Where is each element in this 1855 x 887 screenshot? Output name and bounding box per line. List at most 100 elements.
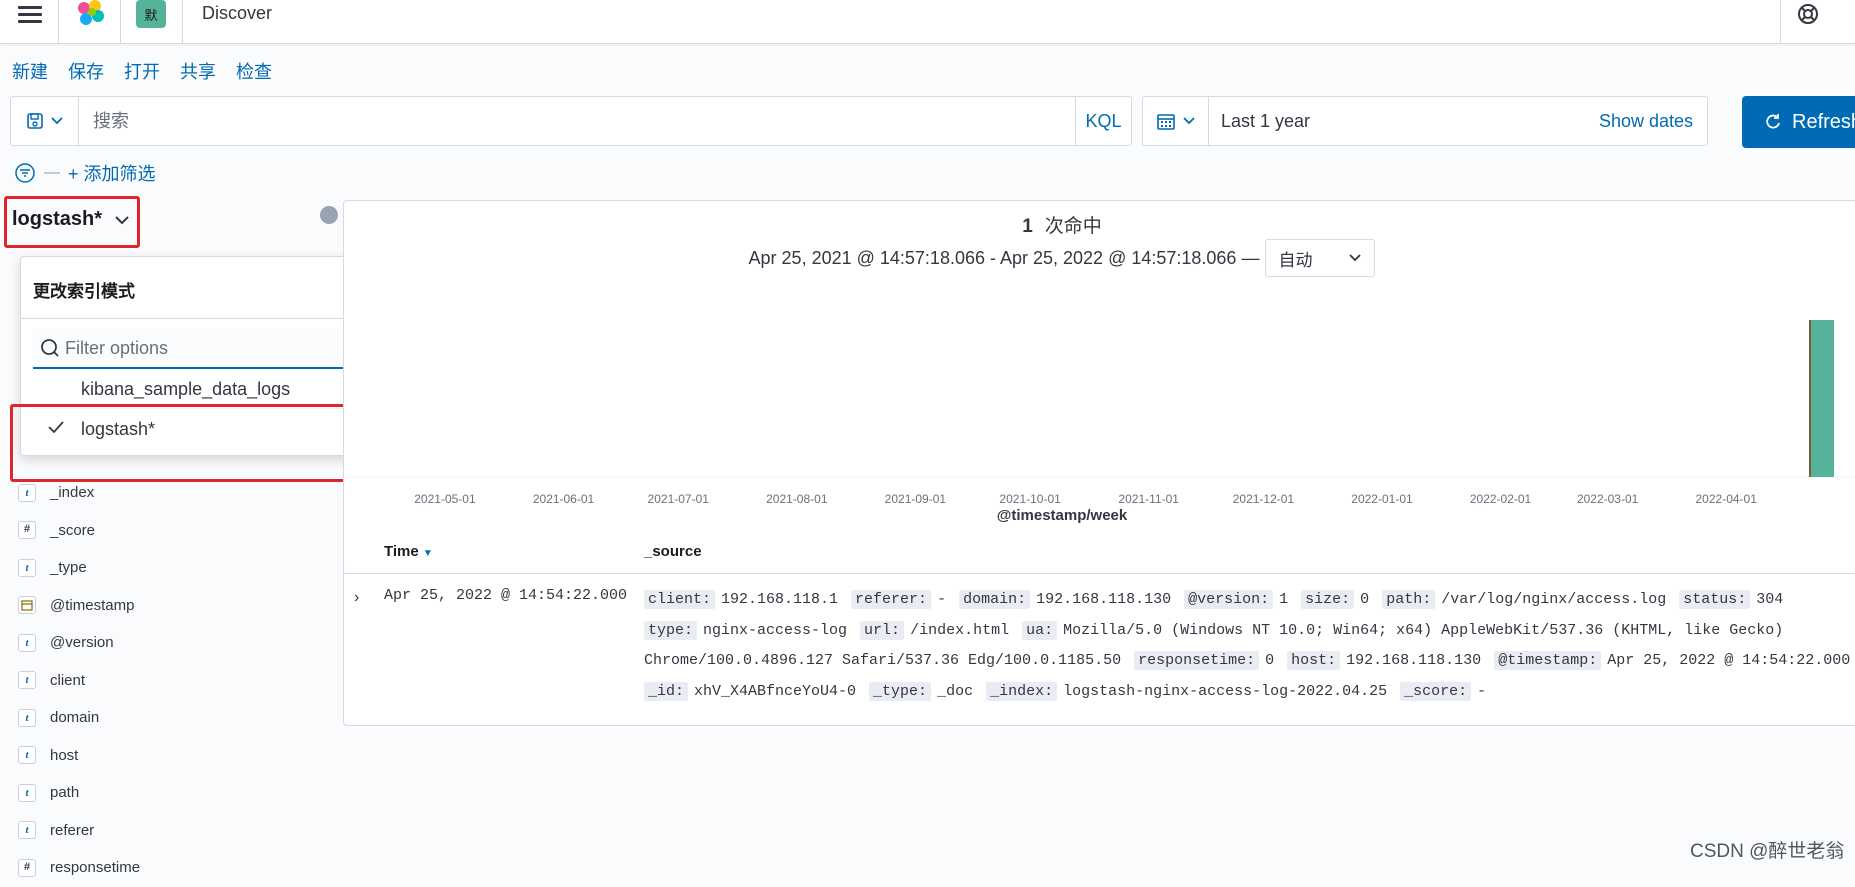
source-pair: _id: xhV_X4ABfnceYoU4-0 (644, 681, 865, 701)
search-icon (41, 339, 59, 357)
x-axis-title: @timestamp/week (996, 507, 1128, 524)
add-filter-button[interactable]: + 添加筛选 (68, 160, 156, 186)
field-item[interactable]: # _score (18, 512, 140, 550)
source-value: - (937, 591, 956, 608)
interval-row: Apr 25, 2021 @ 14:57:18.066 - Apr 25, 20… (344, 239, 1780, 277)
x-tick-label: 2021-10-01 (999, 492, 1061, 506)
time-column-header[interactable]: Time ▼ (384, 543, 644, 560)
source-value: 304 (1756, 591, 1784, 608)
source-value: 192.168.118.130 (1346, 652, 1491, 669)
header-label: Time (384, 543, 419, 560)
query-language-button[interactable]: KQL (1075, 97, 1131, 145)
source-pair: host: 192.168.118.130 (1287, 651, 1491, 670)
source-key: url: (860, 620, 905, 640)
x-tick-label: 2021-06-01 (533, 492, 595, 506)
app-menu: 新建 保存 打开 共享 检查 (12, 58, 272, 84)
source-pair: _score: - (1400, 681, 1486, 701)
source-pair: type: nginx-access-log (644, 620, 856, 640)
x-tick-label: 2022-03-01 (1577, 492, 1639, 506)
source-pair: path: /var/log/nginx/access.log (1382, 590, 1675, 609)
x-tick-label: 2021-11-01 (1118, 492, 1179, 506)
x-tick-label: 2021-12-01 (1233, 492, 1295, 506)
chevron-down-icon (50, 117, 63, 125)
string-type-icon: t (18, 558, 36, 577)
table-divider (344, 573, 1855, 574)
field-item[interactable]: t referer (18, 812, 140, 850)
field-name: _index (50, 484, 95, 502)
kibana-logo-icon[interactable] (74, 0, 106, 28)
source-pair: responsetime: 0 (1134, 651, 1283, 670)
string-type-icon: t (18, 633, 36, 652)
source-key: ua: (1022, 620, 1058, 640)
hamburger-menu-icon[interactable] (18, 2, 42, 26)
field-name: domain (50, 709, 100, 727)
chevron-down-icon (115, 215, 129, 224)
collapse-sidebar-icon[interactable] (320, 206, 338, 224)
field-list: t _index # _score t _type @timestamp t @vers… (18, 474, 140, 887)
quick-select-button[interactable] (1143, 97, 1209, 145)
x-tick-label: 2022-04-01 (1696, 492, 1758, 506)
refresh-label: Refresh (1792, 110, 1855, 133)
field-item[interactable]: t client (18, 662, 140, 700)
hits-counter: 1 次命中 (344, 211, 1780, 238)
check-icon (48, 421, 64, 434)
menu-inspect[interactable]: 检查 (236, 58, 272, 84)
source-value: 192.168.118.130 (1036, 591, 1181, 608)
sort-desc-icon: ▼ (422, 548, 433, 559)
x-tick-label: 2021-08-01 (766, 492, 828, 506)
menu-share[interactable]: 共享 (180, 58, 216, 84)
histogram-chart[interactable]: 2021-05-01 2021-06-01 2021-07-01 2021-08-01… (344, 297, 1855, 507)
string-type-icon: t (18, 671, 36, 690)
field-item[interactable]: t domain (18, 699, 140, 737)
index-pattern-selector[interactable]: logstash* (12, 208, 130, 231)
string-type-icon: t (18, 783, 36, 802)
source-key: domain: (959, 590, 1031, 609)
expand-row-icon[interactable]: › (354, 589, 359, 607)
field-item[interactable]: t @version (18, 624, 140, 662)
field-item[interactable]: # responsetime (18, 849, 140, 887)
calendar-icon (1156, 114, 1175, 130)
filter-icon[interactable] (14, 162, 36, 184)
field-item[interactable]: @timestamp (18, 587, 140, 625)
show-dates-link[interactable]: Show dates (1599, 111, 1707, 132)
menu-save[interactable]: 保存 (68, 58, 104, 84)
space-avatar[interactable]: 默 (136, 0, 166, 28)
chevron-down-icon (1349, 254, 1362, 262)
source-key: _score: (1400, 681, 1472, 701)
filter-separator: — (44, 164, 60, 181)
help-icon[interactable] (1796, 2, 1820, 26)
field-name: @timestamp (50, 596, 135, 614)
source-key: _id: (644, 681, 689, 701)
source-value: _doc (937, 682, 983, 700)
divider (58, 0, 59, 44)
source-value: 1 (1279, 591, 1298, 608)
source-column-header: _source (644, 543, 702, 560)
table-header: Time ▼ _source (384, 543, 702, 560)
number-type-icon: # (18, 521, 36, 540)
source-field: client: 192.168.118.1 referer: - domain: 19… (644, 585, 1855, 703)
date-range-text[interactable]: Last 1 year (1209, 111, 1599, 132)
source-pair: @timestamp: Apr 25, 2022 @ 14:54:22.000 (1494, 651, 1850, 670)
source-key: type: (644, 620, 698, 640)
source-pair: client: 192.168.118.1 (644, 590, 847, 609)
source-pair: _type: _doc (869, 681, 983, 701)
refresh-button[interactable]: Refresh (1742, 96, 1855, 148)
field-name: client (50, 671, 86, 689)
chevron-down-icon (1182, 117, 1195, 125)
field-item[interactable]: t path (18, 774, 140, 812)
histogram-bar[interactable] (1810, 320, 1834, 477)
saved-queries-button[interactable] (11, 97, 79, 145)
field-item[interactable]: t _index (18, 474, 140, 512)
query-bar: KQL (10, 96, 1132, 146)
time-range-text: Apr 25, 2021 @ 14:57:18.066 - Apr 25, 20… (748, 247, 1260, 268)
menu-new[interactable]: 新建 (12, 58, 48, 84)
source-pair: url: /index.html (860, 620, 1018, 640)
search-input[interactable] (79, 97, 1075, 145)
interval-select[interactable]: 自动 (1265, 239, 1376, 277)
field-item[interactable]: t host (18, 737, 140, 775)
menu-open[interactable]: 打开 (124, 58, 160, 84)
top-nav-bar: 默 Discover (0, 0, 1855, 44)
row-timestamp: Apr 25, 2022 @ 14:54:22.000 (384, 587, 628, 604)
source-value: logstash-nginx-access-log-2022.04.25 (1063, 682, 1397, 700)
field-item[interactable]: t _type (18, 549, 140, 587)
